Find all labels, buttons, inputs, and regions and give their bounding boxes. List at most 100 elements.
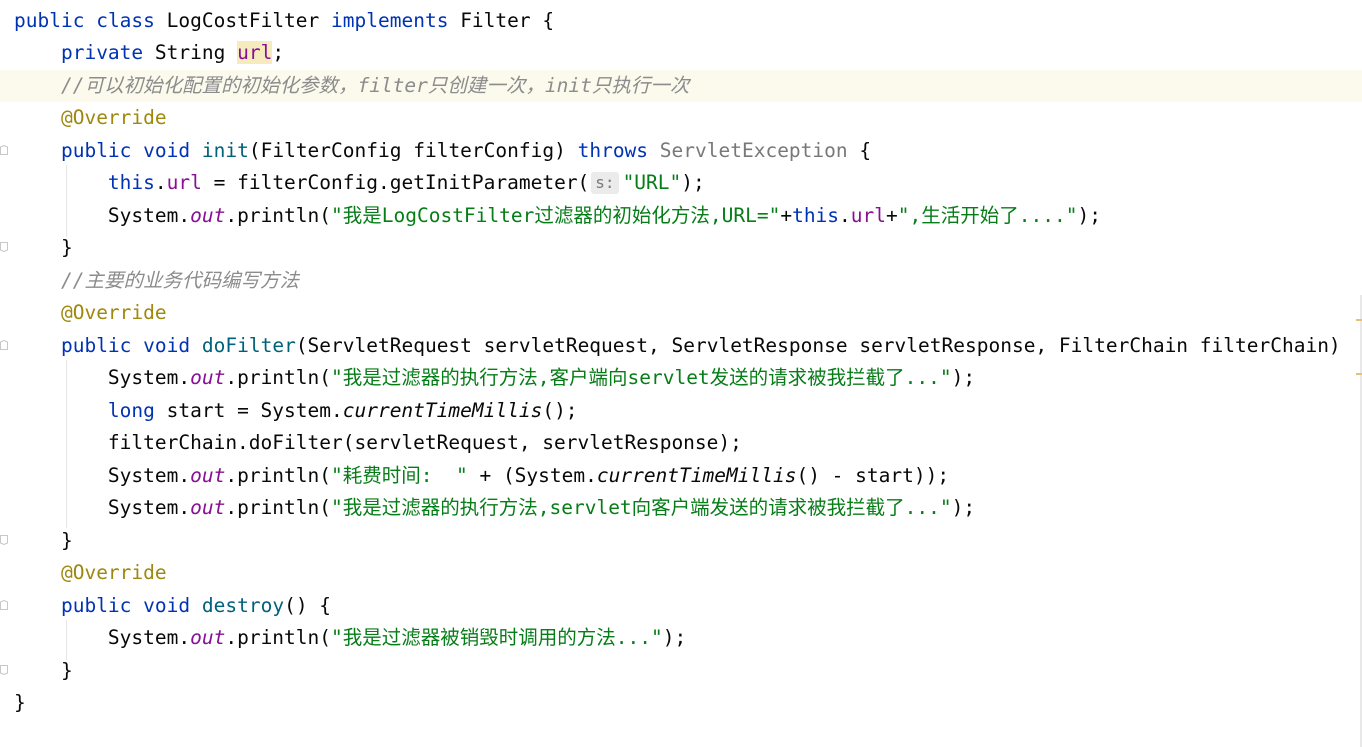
comment: //主要的业务代码编写方法 bbox=[60, 269, 299, 292]
static-field: out bbox=[190, 366, 226, 389]
code-line[interactable]: @Override bbox=[14, 557, 167, 589]
dot: . bbox=[839, 204, 851, 227]
class-name: LogCostFilter bbox=[166, 9, 320, 32]
keyword: throws bbox=[577, 139, 649, 162]
code-text: filterChain.doFilter(servletRequest, ser… bbox=[107, 431, 742, 454]
code-text: .println( bbox=[225, 464, 332, 487]
code-line[interactable]: @Override bbox=[14, 102, 167, 134]
method-name: destroy bbox=[201, 594, 285, 617]
code-text: System. bbox=[107, 626, 191, 649]
method-name: init bbox=[201, 139, 249, 162]
code-line[interactable]: public void init(FilterConfig filterConf… bbox=[14, 135, 871, 167]
code-line[interactable]: long start = System.currentTimeMillis(); bbox=[14, 395, 578, 427]
code-line[interactable]: } bbox=[14, 525, 73, 557]
static-method: currentTimeMillis bbox=[596, 464, 797, 487]
keyword: private bbox=[60, 41, 144, 64]
scrollbar-marker[interactable] bbox=[1356, 373, 1362, 375]
code-text: + (System. bbox=[467, 464, 597, 487]
fold-icon[interactable] bbox=[0, 242, 8, 252]
code-line[interactable]: System.out.println("我是LogCostFilter过滤器的初… bbox=[14, 200, 1101, 232]
code-text: () - start)); bbox=[796, 464, 950, 487]
keyword: implements bbox=[331, 9, 449, 32]
keyword: void bbox=[143, 334, 191, 357]
method-name: doFilter bbox=[201, 334, 296, 357]
string-literal: "我是过滤器的执行方法,客户端向servlet发送的请求被我拦截了..." bbox=[331, 366, 952, 389]
keyword: long bbox=[107, 399, 155, 422]
fold-icon[interactable] bbox=[0, 600, 8, 610]
brace: { bbox=[847, 139, 872, 162]
params: (FilterConfig filterConfig) bbox=[248, 139, 578, 162]
string-literal: ",生活开始了...." bbox=[897, 204, 1078, 227]
static-method: currentTimeMillis bbox=[342, 399, 543, 422]
code-text: System. bbox=[107, 464, 191, 487]
static-field: out bbox=[190, 626, 226, 649]
code-text: ); bbox=[951, 496, 976, 519]
code-line[interactable]: @Override bbox=[14, 297, 167, 329]
keyword: void bbox=[143, 139, 191, 162]
code-text: = filterConfig.getInitParameter( bbox=[201, 171, 590, 194]
field-name: url bbox=[166, 171, 202, 194]
code-text: System. bbox=[107, 204, 191, 227]
code-line[interactable]: } bbox=[14, 687, 26, 719]
brace: } bbox=[60, 529, 73, 552]
operator: + bbox=[886, 204, 898, 227]
keyword: public bbox=[60, 139, 132, 162]
fold-icon[interactable] bbox=[0, 665, 8, 675]
field-name: url bbox=[237, 41, 273, 64]
code-text: ); bbox=[951, 366, 976, 389]
code-text: ); bbox=[681, 171, 705, 194]
annotation: @Override bbox=[60, 106, 167, 129]
code-line[interactable]: System.out.println("耗费时间: " + (System.cu… bbox=[14, 460, 949, 492]
code-line[interactable]: //主要的业务代码编写方法 bbox=[14, 265, 299, 297]
interface-name: Filter bbox=[460, 9, 531, 32]
code-line[interactable]: public void doFilter(ServletRequest serv… bbox=[14, 330, 1341, 362]
code-line[interactable]: public void destroy() { bbox=[14, 590, 331, 622]
annotation: @Override bbox=[60, 561, 167, 584]
code-text: .println( bbox=[225, 204, 332, 227]
keyword: class bbox=[96, 9, 155, 32]
keyword: public bbox=[60, 334, 132, 357]
exception-name: ServletException bbox=[659, 139, 848, 162]
fold-icon[interactable] bbox=[0, 340, 8, 350]
code-text: System. bbox=[107, 366, 191, 389]
static-field: out bbox=[190, 204, 226, 227]
code-line[interactable]: } bbox=[14, 655, 73, 687]
brace: } bbox=[14, 691, 26, 714]
params: (ServletRequest servletRequest, ServletR… bbox=[295, 334, 1341, 357]
code-text: .println( bbox=[225, 626, 332, 649]
code-editor[interactable]: public class LogCostFilter implements Fi… bbox=[0, 0, 1362, 747]
code-line[interactable]: System.out.println("我是过滤器被销毁时调用的方法..."); bbox=[14, 622, 686, 654]
string-literal: "我是过滤器被销毁时调用的方法..." bbox=[331, 626, 663, 649]
code-line[interactable]: filterChain.doFilter(servletRequest, ser… bbox=[14, 427, 742, 459]
brace: } bbox=[60, 659, 73, 682]
code-line[interactable]: } bbox=[14, 232, 73, 264]
annotation: @Override bbox=[60, 301, 167, 324]
code-line[interactable]: this.url = filterConfig.getInitParameter… bbox=[14, 167, 705, 199]
static-field: out bbox=[190, 496, 226, 519]
keyword: public bbox=[60, 594, 132, 617]
fold-icon[interactable] bbox=[0, 145, 8, 155]
brace: } bbox=[60, 236, 73, 259]
code-text: .println( bbox=[225, 366, 332, 389]
string-literal: "耗费时间: " bbox=[331, 464, 468, 487]
scrollbar-marker[interactable] bbox=[1356, 319, 1362, 321]
code-line[interactable]: public class LogCostFilter implements Fi… bbox=[14, 5, 554, 37]
keyword: this bbox=[792, 204, 840, 227]
string-literal: "我是过滤器的执行方法,servlet向客户端发送的请求被我拦截了..." bbox=[331, 496, 952, 519]
code-text: (); bbox=[542, 399, 578, 422]
code-line[interactable]: System.out.println("我是过滤器的执行方法,客户端向servl… bbox=[14, 362, 975, 394]
comment: //可以初始化配置的初始化参数，filter只创建一次，init只执行一次 bbox=[60, 74, 690, 97]
code-line-current[interactable]: //可以初始化配置的初始化参数，filter只创建一次，init只执行一次 bbox=[0, 70, 1362, 102]
code-line[interactable]: private String url; bbox=[14, 37, 284, 69]
fold-icon[interactable] bbox=[0, 535, 8, 545]
keyword: public bbox=[14, 9, 85, 32]
type-name: String bbox=[154, 41, 226, 64]
keyword: void bbox=[143, 594, 191, 617]
parameter-hint: s: bbox=[591, 172, 619, 194]
semicolon: ; bbox=[272, 41, 285, 64]
code-line[interactable]: System.out.println("我是过滤器的执行方法,servlet向客… bbox=[14, 492, 975, 524]
code-text: start = System. bbox=[154, 399, 343, 422]
code-text: System. bbox=[107, 496, 191, 519]
static-field: out bbox=[190, 464, 226, 487]
code-text: () { bbox=[284, 594, 332, 617]
